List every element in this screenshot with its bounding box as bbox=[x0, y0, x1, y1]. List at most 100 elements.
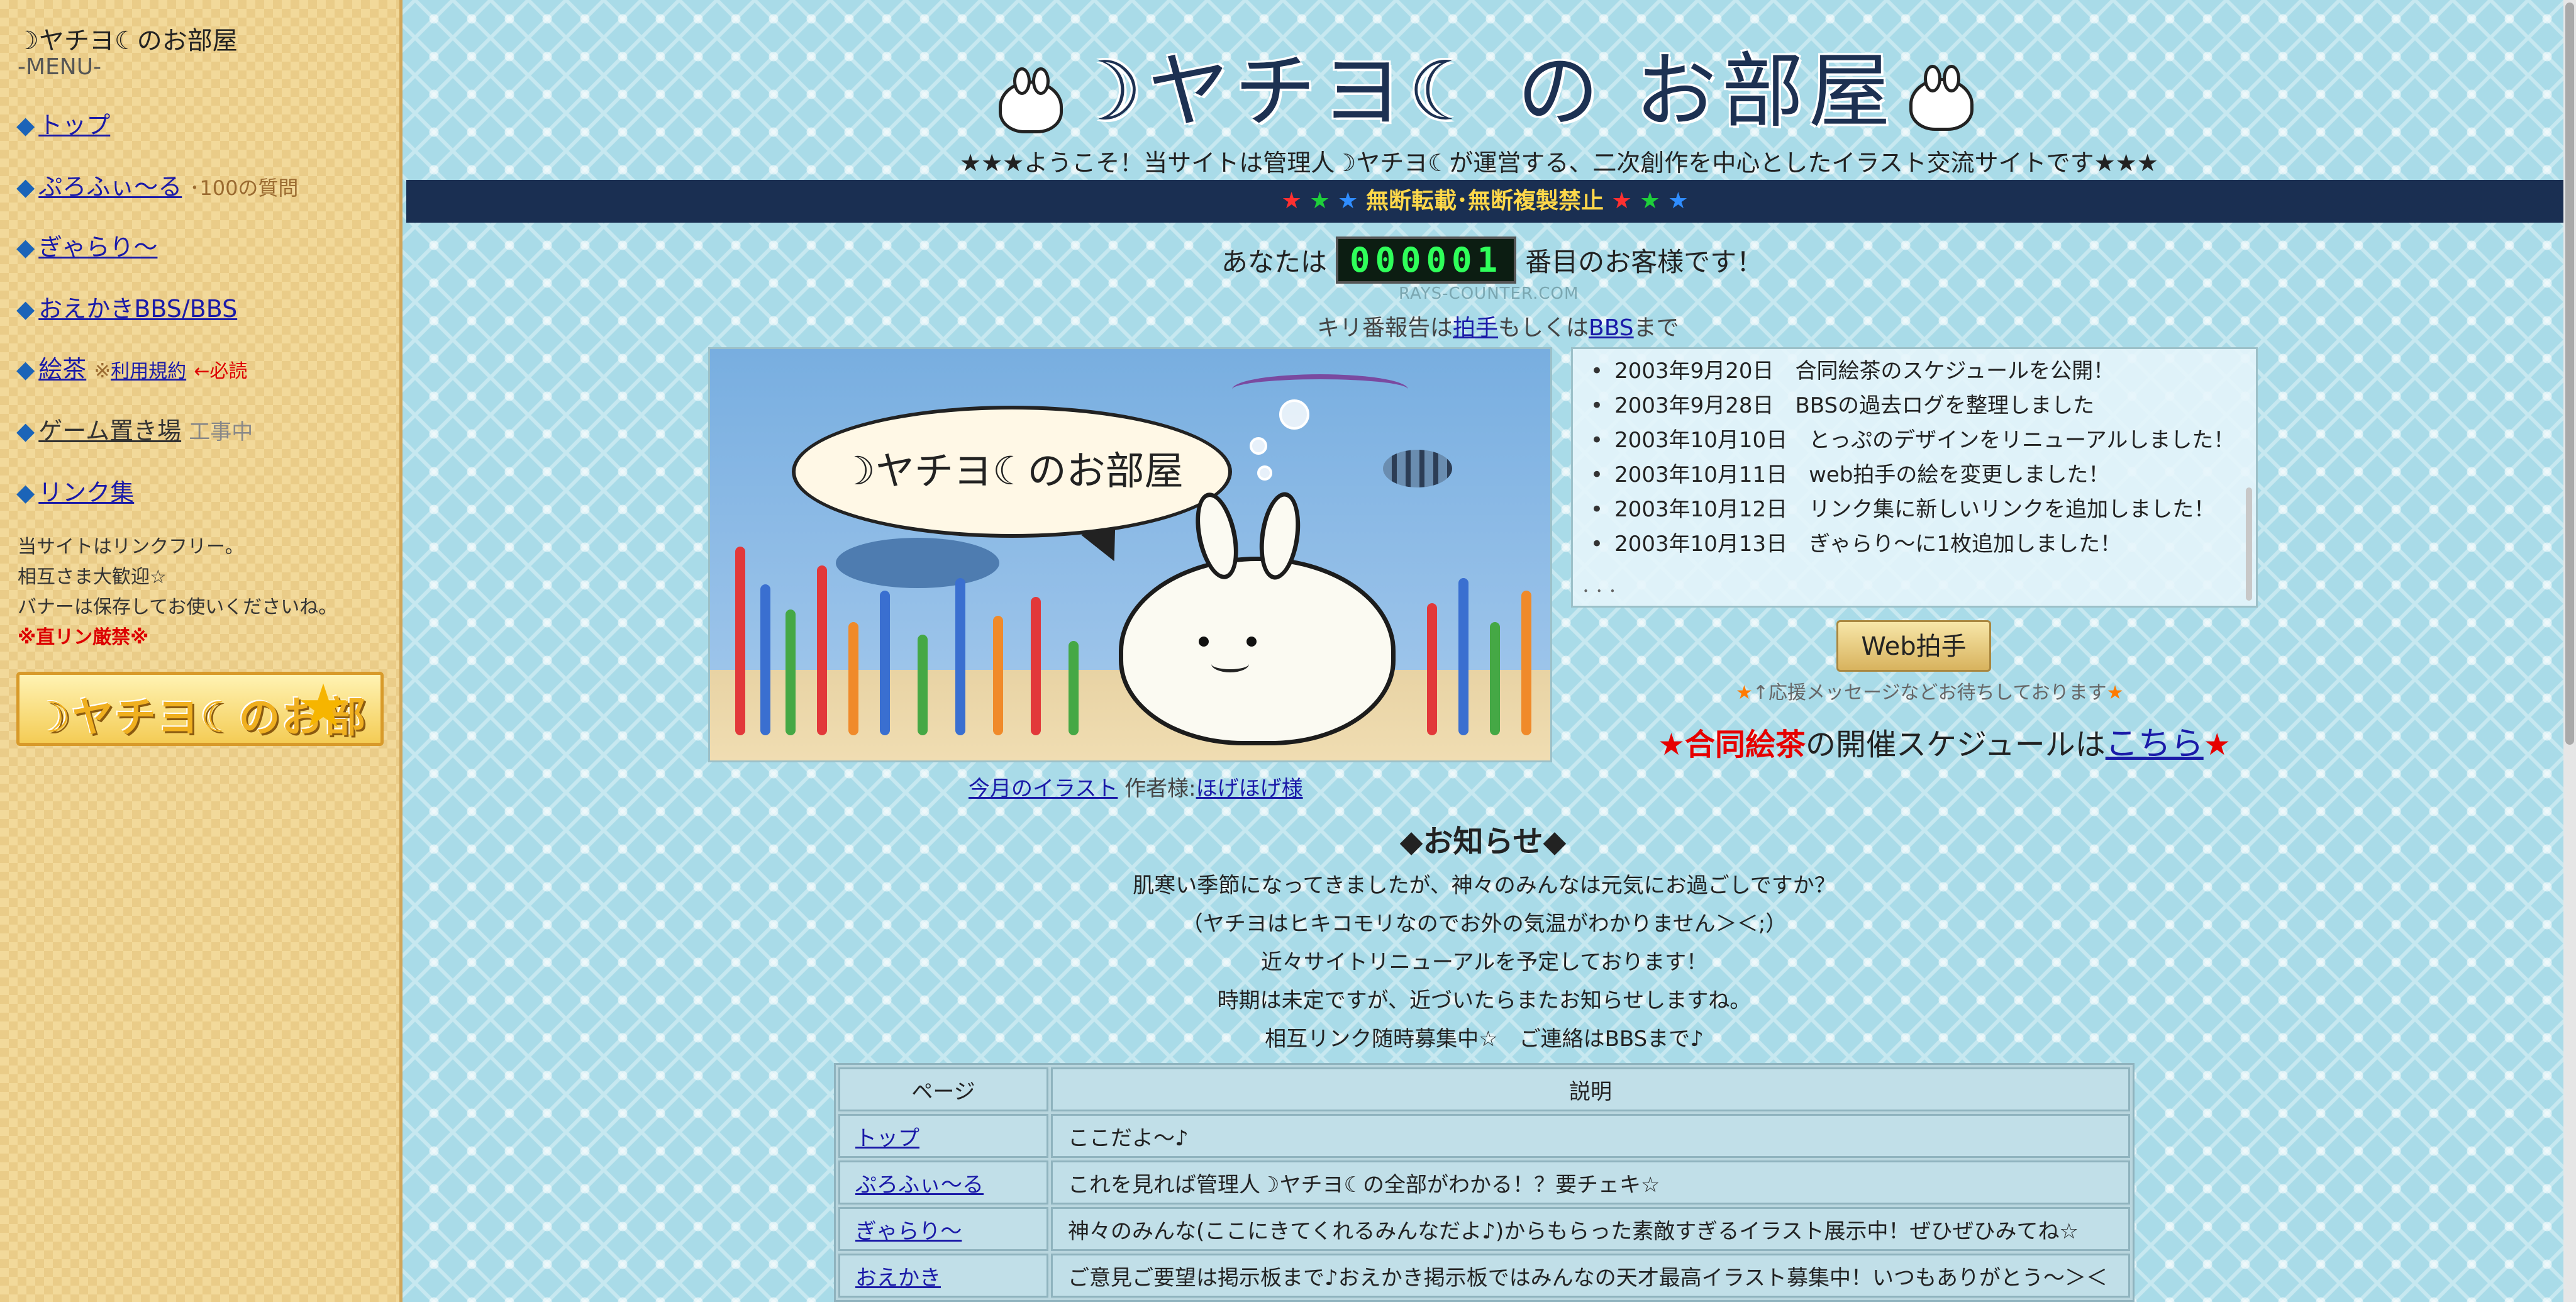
kiri-prefix: キリ番報告は bbox=[1317, 315, 1453, 341]
welcome-message: ★★★ようこそ！当サイトは管理人☽ヤチヨ☾が運営する、二次創作を中心としたイラス… bbox=[960, 149, 2158, 177]
joint-echa-schedule: ★合同絵茶の開催スケジュールはこちら★ bbox=[1658, 717, 2231, 764]
monthly-illustration[interactable]: ☽ヤチヨ☾のお部屋 bbox=[708, 347, 1552, 762]
diamond-icon: ◆ bbox=[16, 479, 35, 506]
echa-rules-link[interactable]: 利用規約 bbox=[111, 360, 186, 382]
diamond-icon: ◆ bbox=[16, 295, 35, 323]
sidebar-site-title: ☽ヤチヨ☾のお部屋 bbox=[16, 26, 238, 55]
notice-bar: ★ ★ ★ 無断転載･無断複製禁止 ★ ★ ★ bbox=[406, 180, 2563, 223]
table-header-row: ページ 説明 bbox=[838, 1067, 2130, 1111]
table-row: ぎゃらり～ 神々のみんな(ここにきてくれるみんなだよ♪)からもらった素敵すぎるイ… bbox=[838, 1207, 2130, 1251]
coral-icon bbox=[760, 584, 770, 735]
no-hotlink-warning: ※直リン厳禁※ bbox=[18, 626, 149, 648]
table-page-link[interactable]: ぷろふぃ～る bbox=[855, 1172, 984, 1198]
site-banner[interactable]: ☽ヤチヨ☾のお部屋 ★ bbox=[16, 672, 384, 746]
table-header-desc: 説明 bbox=[1051, 1067, 2130, 1111]
speech-bubble: ☽ヤチヨ☾のお部屋 bbox=[792, 406, 1232, 538]
coral-icon bbox=[735, 547, 745, 735]
ribbon-decoration bbox=[1232, 374, 1408, 404]
table-cell-page: ぷろふぃ～る bbox=[838, 1160, 1048, 1205]
notice-line: 肌寒い季節になってきましたが、神々のみんなは元気にお過ごしですか？ bbox=[1133, 873, 1836, 898]
note-line: 相互さま大歓迎☆ bbox=[18, 566, 167, 588]
coral-icon bbox=[1069, 641, 1079, 735]
news-more-dots: ･ ･ ･ bbox=[1582, 582, 1617, 601]
notice-line: 近々サイトリニューアルを予定しております！ bbox=[1260, 950, 1708, 975]
web-clap-button[interactable]: Web拍手 bbox=[1836, 620, 1991, 672]
no-reproduction-notice: 無断転載･無断複製禁止 bbox=[1365, 188, 1604, 214]
table-page-link[interactable]: トップ bbox=[855, 1126, 919, 1151]
joint-echa-label: 合同絵茶 bbox=[1685, 727, 1806, 762]
bubble-icon bbox=[1250, 437, 1267, 455]
page-guide-table: ページ 説明 トップ ここだよ～♪ ぷろふぃ～る これを見れば管理人☽ヤチヨ☾の… bbox=[834, 1063, 2135, 1302]
kiri-clap-link[interactable]: 拍手 bbox=[1453, 315, 1498, 341]
nav-link-oekaki[interactable]: おえかきBBS/BBS bbox=[38, 295, 237, 323]
table-cell-page: おえかき bbox=[838, 1254, 1048, 1298]
coral-icon bbox=[993, 616, 1003, 735]
table-cell-page: ぎゃらり～ bbox=[838, 1207, 1048, 1251]
diamond-icon: ◆ bbox=[16, 417, 35, 445]
counter-credit-link[interactable]: RAYS-COUNTER.COM bbox=[1399, 284, 1579, 303]
table-cell-desc: 神々のみんな(ここにきてくれるみんなだよ♪)からもらった素敵すぎるイラスト展示中… bbox=[1051, 1207, 2130, 1251]
notice-lines: 肌寒い季節になってきましたが、神々のみんなは元気にお過ごしですか？ （ヤチヨはヒ… bbox=[402, 867, 2566, 1059]
author-link[interactable]: ほげほげ様 bbox=[1196, 776, 1303, 801]
table-page-link[interactable]: ぎゃらり～ bbox=[855, 1219, 962, 1244]
news-item: 2003年9月20日 合同絵茶のスケジュールを公開！ bbox=[1591, 354, 2235, 389]
coral-icon bbox=[918, 635, 928, 735]
nav-item-gallery: ◆ ぎゃらり～ bbox=[16, 228, 157, 262]
news-item: 2003年9月28日 BBSの過去ログを整理しました bbox=[1591, 389, 2235, 423]
table-header-page: ページ bbox=[838, 1067, 1048, 1111]
table-row: トップ ここだよ～♪ bbox=[838, 1114, 2130, 1158]
kiri-bbs-link[interactable]: BBS bbox=[1589, 315, 1634, 341]
window-scrollbar[interactable] bbox=[2563, 0, 2576, 1302]
echa-note-mark: ※ bbox=[94, 359, 111, 382]
nav-link-top[interactable]: トップ bbox=[38, 111, 110, 139]
monthly-illustration-link[interactable]: 今月のイラスト bbox=[969, 776, 1118, 801]
nav-link-echa[interactable]: 絵茶 bbox=[38, 355, 86, 383]
rabbit-mascot-icon bbox=[999, 67, 1063, 133]
table-row: おえかき ご意見ご要望は掲示板まで♪おえかき掲示板ではみんなの天才最高イラスト募… bbox=[838, 1254, 2130, 1298]
diamond-icon: ◆ bbox=[16, 233, 35, 261]
kiri-mid: もしくは bbox=[1498, 315, 1589, 341]
page-title: ☽ヤチヨ☾ の お部屋 bbox=[1069, 43, 1896, 139]
coral-icon bbox=[848, 622, 858, 735]
clap-note-text: ↑応援メッセージなどお待ちしております bbox=[1752, 682, 2107, 704]
coral-icon bbox=[955, 578, 965, 735]
kiriban-report-line: キリ番報告は拍手もしくはBBSまで bbox=[1317, 309, 1679, 342]
star-icon: ★ bbox=[2106, 682, 2124, 704]
table-page-link[interactable]: おえかき bbox=[855, 1266, 941, 1291]
table-cell-page: トップ bbox=[838, 1114, 1048, 1158]
nav-sub-100-questions[interactable]: ･100の質問 bbox=[189, 176, 298, 200]
nav-item-profile: ◆ ぷろふぃ～る ･100の質問 bbox=[16, 167, 298, 202]
nav-item-oekaki: ◆ おえかきBBS/BBS bbox=[16, 289, 237, 324]
schedule-link[interactable]: こちら bbox=[2106, 725, 2204, 763]
notice-line: 時期は未定ですが、近づいたらまたお知らせしますね。 bbox=[1217, 988, 1752, 1013]
diamond-icon: ◆ bbox=[16, 173, 35, 201]
menu-label: -MENU- bbox=[18, 54, 102, 80]
coral-icon bbox=[817, 565, 827, 735]
echa-required-label: ←必読 bbox=[194, 360, 248, 382]
nav-link-profile[interactable]: ぷろふぃ～る bbox=[38, 173, 182, 201]
table-cell-desc: ここだよ～♪ bbox=[1051, 1114, 2130, 1158]
game-status-label: 工事中 bbox=[189, 420, 253, 445]
sidebar-notes: 当サイトはリンクフリー。 相互さま大歓迎☆ バナーは保存してお使いくださいね。 … bbox=[18, 532, 337, 653]
nav-link-gallery[interactable]: ぎゃらり～ bbox=[38, 233, 157, 261]
coral-icon bbox=[1490, 622, 1500, 735]
nav-item-game: ◆ ゲーム置き場 工事中 bbox=[16, 411, 253, 446]
note-line: 当サイトはリンクフリー。 bbox=[18, 536, 244, 558]
window-scrollbar-thumb[interactable] bbox=[2565, 3, 2574, 745]
notice-line: （ヤチヨはヒキコモリなのでお外の気温がわかりません＞＜;） bbox=[1181, 911, 1787, 937]
counter-prefix: あなたは bbox=[1221, 247, 1328, 277]
nav-link-links[interactable]: リンク集 bbox=[38, 479, 134, 506]
diamond-icon: ◆ bbox=[16, 111, 35, 139]
star-icon: ★ bbox=[296, 672, 351, 742]
star-icon: ★ bbox=[1658, 727, 1685, 762]
bubble-icon bbox=[1279, 399, 1309, 430]
coral-icon bbox=[1031, 597, 1041, 735]
news-list: 2003年9月20日 合同絵茶のスケジュールを公開！ 2003年9月28日 BB… bbox=[1591, 354, 2235, 562]
nav-link-game: ゲーム置き場 bbox=[38, 417, 182, 445]
bubble-icon bbox=[1257, 465, 1272, 481]
news-scrollbar[interactable] bbox=[2246, 487, 2252, 601]
kiri-suffix: まで bbox=[1633, 315, 1679, 341]
news-scroll-box[interactable]: 2003年9月20日 合同絵茶のスケジュールを公開！ 2003年9月28日 BB… bbox=[1571, 347, 2258, 608]
stars-icon-left: ★ ★ ★ bbox=[1281, 188, 1358, 214]
author-label: 作者様: bbox=[1124, 776, 1196, 801]
